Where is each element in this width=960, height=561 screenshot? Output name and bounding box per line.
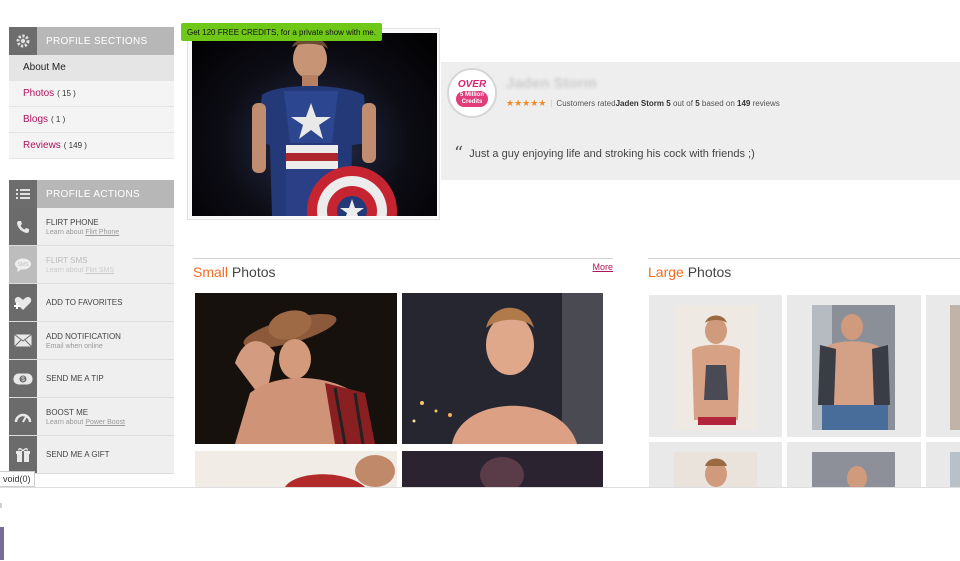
profile-main-photo[interactable]	[187, 28, 440, 220]
list-icon	[9, 180, 37, 208]
profile-sections-panel: PROFILE SECTIONS About Me Photos( 15 ) B…	[9, 27, 174, 159]
badge-line-2: Credits	[461, 99, 483, 105]
section-label: Blogs	[23, 114, 49, 125]
gear-icon	[9, 27, 37, 55]
rating-suffix: reviews	[750, 99, 780, 108]
rating-stars-icon: ★★★★★	[506, 98, 547, 108]
section-photos[interactable]: Photos( 15 )	[9, 81, 174, 107]
phone-icon	[9, 208, 37, 245]
more-photos-link[interactable]: More	[592, 262, 613, 272]
partial-image-strip	[0, 527, 4, 560]
profile-photo-image	[192, 33, 437, 216]
sms-icon: SMS	[9, 246, 37, 283]
rating-prefix: Customers rated	[556, 99, 616, 108]
large-photos-accent: Large	[648, 264, 684, 280]
section-label: About Me	[23, 62, 66, 73]
action-send-tip[interactable]: $ SEND ME A TIP	[9, 360, 174, 398]
badge-line-1: 5 Million	[460, 92, 484, 98]
large-photo-thumb[interactable]	[649, 442, 782, 487]
tagline-text: Just a guy enjoying life and stroking hi…	[469, 148, 755, 160]
small-photo-thumb[interactable]	[402, 451, 603, 487]
section-reviews[interactable]: Reviews( 149 )	[9, 133, 174, 159]
section-about-me[interactable]: About Me	[9, 55, 174, 81]
gift-icon	[9, 436, 37, 473]
action-title: BOOST ME	[46, 407, 89, 417]
million-credits-badge: OVER 5 Million Credits	[447, 68, 497, 118]
envelope-icon	[9, 322, 37, 359]
status-bar-url: void(0)	[0, 471, 35, 487]
badge-over-text: OVER	[457, 79, 487, 90]
rating-based: based on	[699, 99, 738, 108]
section-label: Photos	[23, 88, 55, 99]
learn-flirt-sms-link[interactable]: Flirt SMS	[85, 267, 114, 274]
profile-actions-title: PROFILE ACTIONS	[46, 188, 140, 200]
action-title: SEND ME A GIFT	[46, 450, 110, 459]
action-boost-me[interactable]: BOOST ME Learn about Power Boost	[9, 398, 174, 436]
action-title: SEND ME A TIP	[46, 374, 104, 383]
action-add-notification[interactable]: ADD NOTIFICATION Email when online	[9, 322, 174, 360]
large-photo-thumb[interactable]	[649, 295, 782, 437]
action-sub-prefix: Learn about	[46, 266, 86, 274]
svg-text:SMS: SMS	[18, 262, 30, 268]
profile-actions-header: PROFILE ACTIONS	[9, 180, 174, 208]
free-credits-tooltip[interactable]: Get 120 FREE CREDITS, for a private show…	[181, 23, 382, 41]
section-count: ( 1 )	[51, 115, 66, 124]
action-subtitle: Learn about Power Boost	[46, 419, 125, 426]
section-count: ( 15 )	[57, 89, 76, 98]
section-label: Reviews	[23, 140, 61, 151]
action-subtitle: Learn about Flirt Phone	[46, 229, 119, 236]
profile-actions-panel: PROFILE ACTIONS FLIRT PHONE Learn about …	[9, 180, 174, 474]
page-bottom-area	[0, 487, 960, 561]
action-subtitle: Email when online	[46, 342, 103, 350]
small-photos-title: Small Photos	[193, 259, 613, 280]
model-name: Jaden Storm	[506, 75, 597, 92]
action-send-gift[interactable]: SEND ME A GIFT	[9, 436, 174, 474]
large-photo-thumb[interactable]	[787, 295, 921, 437]
rating-summary: ★★★★★ | Customers rated Jaden Storm 5 ou…	[506, 98, 780, 109]
profile-tagline: “ Just a guy enjoying life and stroking …	[454, 143, 755, 164]
action-title: FLIRT PHONE	[46, 217, 99, 227]
large-photos-rest: Photos	[683, 264, 732, 280]
action-flirt-phone[interactable]: FLIRT PHONE Learn about Flirt Phone	[9, 208, 174, 246]
action-add-favorites[interactable]: ADD TO FAVORITES	[9, 284, 174, 322]
action-title: ADD TO FAVORITES	[46, 298, 123, 307]
action-title: FLIRT SMS	[46, 255, 88, 265]
action-sub-prefix: Learn about	[46, 418, 86, 426]
action-subtitle: Learn about Flirt SMS	[46, 267, 114, 274]
tiny-text-mark: I	[0, 503, 2, 510]
small-photo-thumb[interactable]	[402, 293, 603, 444]
large-photos-title: Large Photos	[648, 259, 960, 280]
small-photo-thumb[interactable]	[195, 451, 397, 487]
profile-sections-title: PROFILE SECTIONS	[46, 35, 148, 47]
quote-mark-icon: “	[454, 143, 464, 164]
rating-mid: out of	[670, 99, 696, 108]
badge-pill: 5 Million Credits	[456, 91, 488, 107]
action-sub-prefix: Learn about	[46, 228, 86, 236]
small-photos-rest: Photos	[228, 264, 276, 280]
large-photo-thumb[interactable]	[926, 295, 960, 437]
large-photos-header: Large Photos	[648, 258, 960, 282]
section-count: ( 149 )	[63, 141, 87, 150]
profile-sections-header: PROFILE SECTIONS	[9, 27, 174, 55]
action-flirt-sms[interactable]: SMS FLIRT SMS Learn about Flirt SMS	[9, 246, 174, 284]
rating-model-name: Jaden Storm	[615, 99, 665, 108]
small-photo-thumb[interactable]	[195, 293, 397, 444]
rating-review-count: 149	[737, 99, 751, 108]
action-title: ADD NOTIFICATION	[46, 331, 121, 341]
money-icon: $	[9, 360, 37, 397]
heart-icon	[9, 284, 37, 321]
rating-divider: |	[550, 99, 553, 108]
learn-power-boost-link[interactable]: Power Boost	[85, 419, 125, 426]
small-photos-accent: Small	[193, 264, 229, 280]
section-blogs[interactable]: Blogs( 1 )	[9, 107, 174, 133]
learn-flirt-phone-link[interactable]: Flirt Phone	[85, 229, 119, 236]
large-photo-thumb[interactable]	[926, 442, 960, 487]
gauge-icon	[9, 398, 37, 435]
small-photos-header: Small Photos More	[193, 258, 613, 282]
large-photo-thumb[interactable]	[787, 442, 921, 487]
